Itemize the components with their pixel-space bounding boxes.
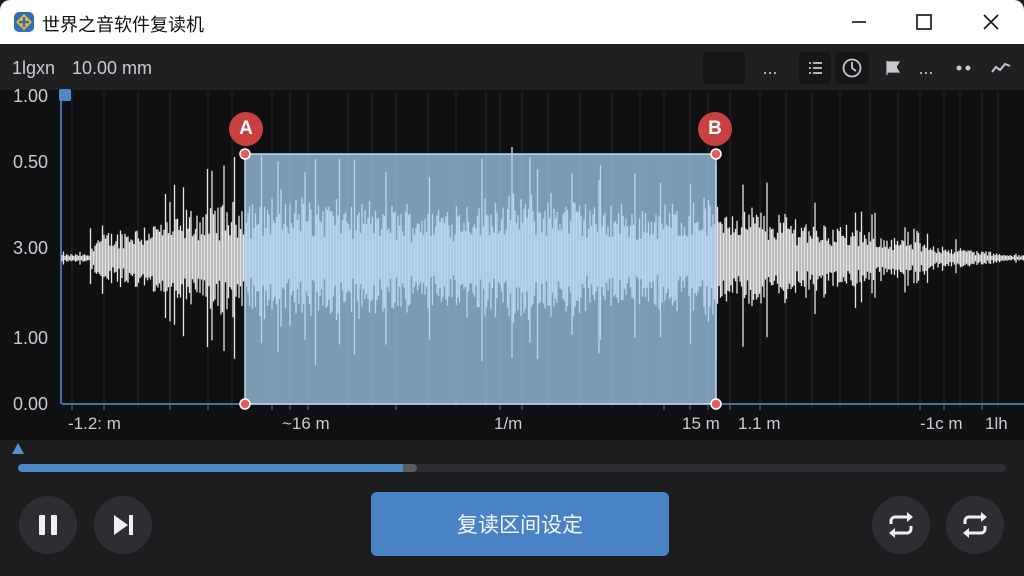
x-tick-label: -1.2: m: [68, 414, 121, 433]
close-button[interactable]: [968, 0, 1014, 44]
title-bar: 世界之音软件复读机: [0, 0, 1024, 44]
minimize-button[interactable]: [836, 0, 882, 44]
playhead-marker-icon[interactable]: [12, 443, 24, 454]
toolbar-dark-button[interactable]: [703, 52, 745, 84]
x-tick-label: -1c m: [920, 414, 963, 433]
repeat-icon: [963, 512, 987, 538]
x-tick-label: 1/m: [494, 414, 523, 433]
flag-icon: [886, 61, 901, 75]
toolbar-more-button-1[interactable]: ...: [753, 52, 787, 84]
pause-button[interactable]: [19, 496, 77, 554]
clock-icon: [842, 58, 862, 78]
clock-button[interactable]: [835, 52, 869, 84]
progress-fill: [18, 464, 407, 472]
toolbar-more-button-2[interactable]: ...: [910, 52, 942, 84]
marker-b-label[interactable]: B: [698, 112, 732, 146]
x-tick-label: ~16 m: [282, 414, 330, 433]
wave-icon: [991, 62, 1011, 73]
y-tick-label: 3.00: [13, 238, 49, 258]
flag-button[interactable]: [878, 52, 908, 84]
window-title: 世界之音软件复读机: [42, 15, 204, 36]
y-tick-label: 0.00: [13, 394, 49, 414]
waveform-panel[interactable]: [0, 90, 1024, 440]
set-loop-range-button[interactable]: 复读区间设定: [371, 492, 669, 556]
x-tick-label: 1.1 m: [738, 414, 781, 433]
x-tick-label: 1lh: [985, 414, 1008, 433]
app-logo-icon: [14, 12, 34, 32]
minimize-icon: [852, 21, 866, 23]
close-icon: [983, 14, 999, 30]
wave-button[interactable]: [985, 52, 1017, 84]
repeat-icon: [889, 512, 913, 538]
list-icon: [809, 62, 822, 74]
repeat-button-1[interactable]: [872, 496, 930, 554]
maximize-button[interactable]: [901, 0, 947, 44]
x-tick-label: 15 m: [682, 414, 720, 433]
dots-button[interactable]: [948, 52, 980, 84]
toolbar-label: 1lgxn: [12, 58, 56, 78]
y-tick-label: 1.00: [13, 86, 49, 106]
next-button[interactable]: [94, 496, 152, 554]
progress-handle[interactable]: [403, 464, 417, 472]
list-button[interactable]: [799, 52, 831, 84]
skip-next-icon: [114, 515, 133, 535]
dots-icon: [956, 65, 971, 71]
toolbar: [0, 44, 1024, 90]
marker-a-label[interactable]: A: [229, 112, 263, 146]
pause-icon: [39, 515, 57, 535]
y-tick-label: 0.50: [13, 152, 49, 172]
toolbar-value: 10.00 mm: [72, 58, 153, 78]
repeat-button-2[interactable]: [946, 496, 1004, 554]
maximize-icon: [916, 14, 932, 30]
y-tick-label: 1.00: [13, 328, 49, 348]
